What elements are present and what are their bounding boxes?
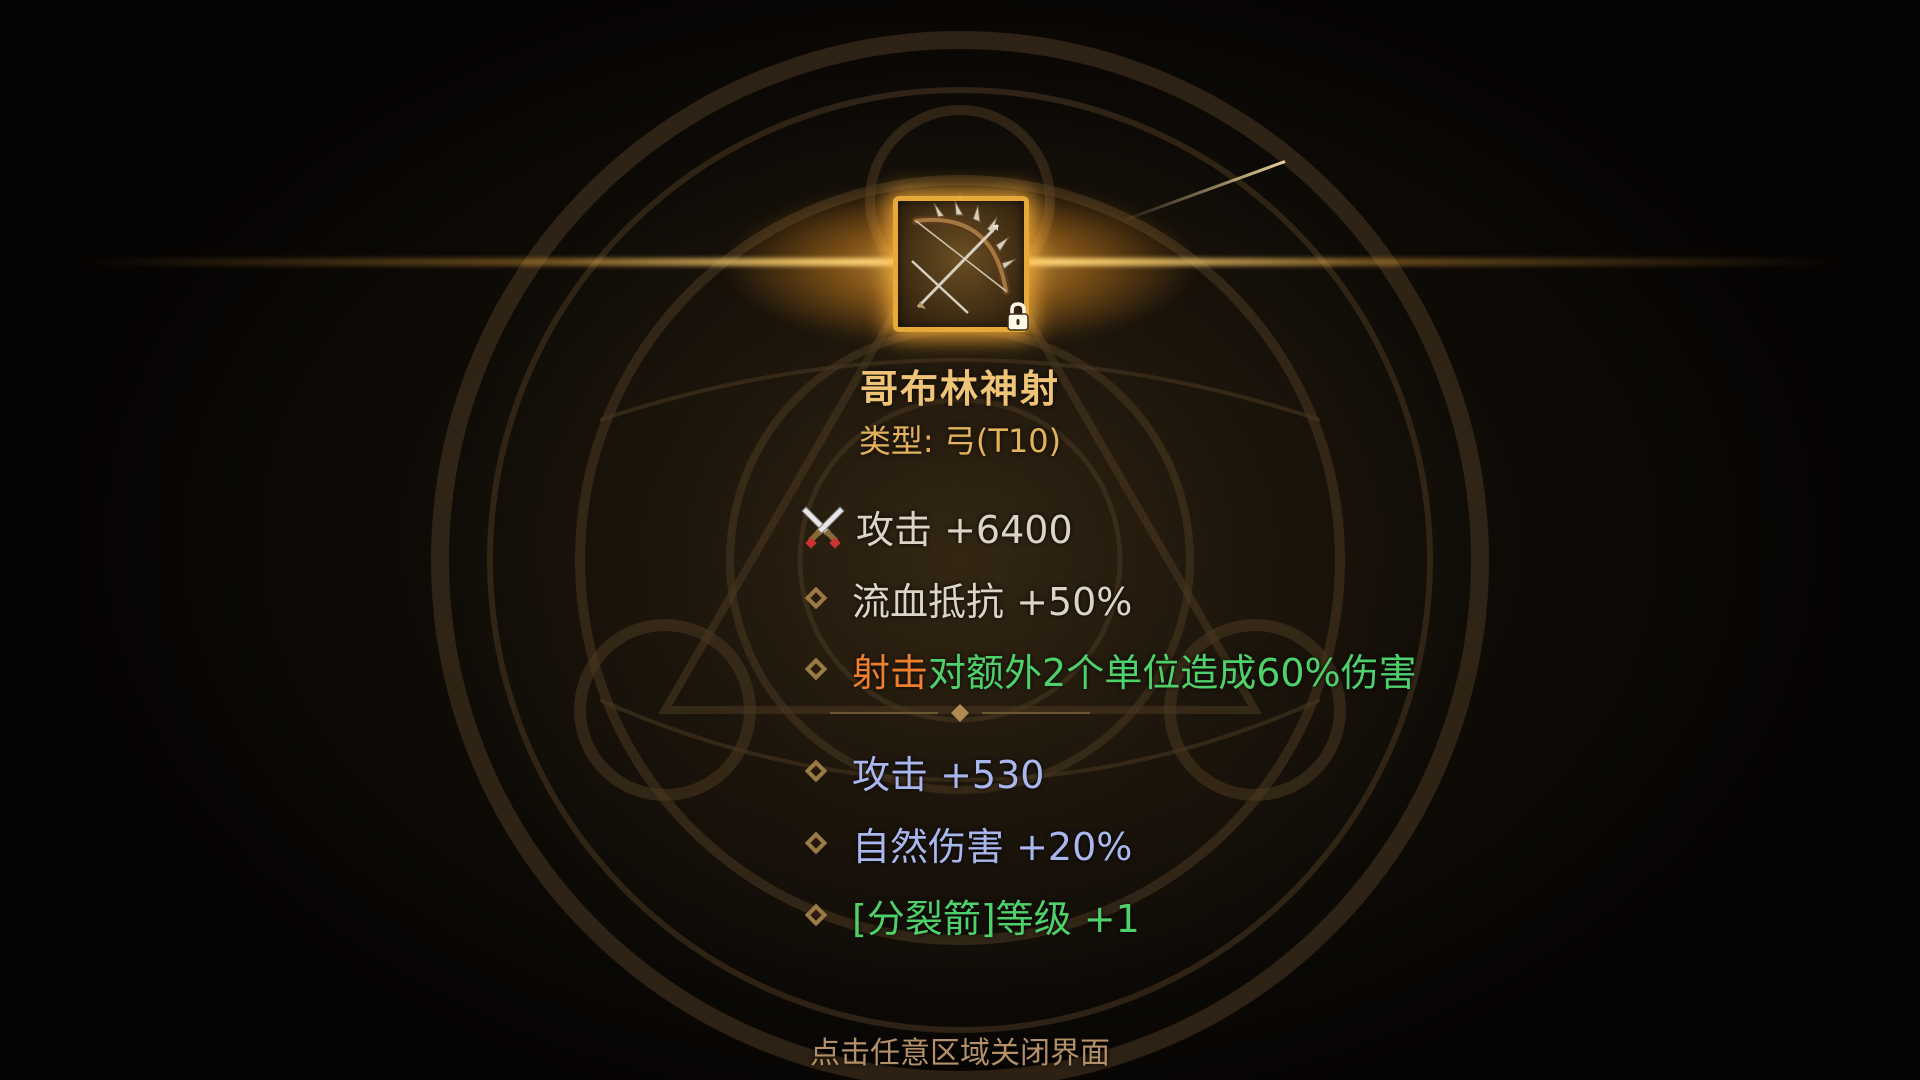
item-detail-overlay[interactable]: 哥布林神射 类型: 弓(T10) 攻击 +6400 流血抵抗 +50% 射击 对…	[0, 0, 1920, 1080]
diamond-bullet-icon	[804, 831, 828, 855]
diamond-bullet-icon	[804, 759, 828, 783]
bonus-row-split-arrow: [分裂箭]等级 +1	[800, 889, 1140, 941]
diamond-bullet-icon	[804, 903, 828, 927]
stat-row-attack: 攻击 +6400	[800, 500, 1073, 552]
item-name: 哥布林神射	[859, 367, 1060, 411]
stat-row-bleed-resist: 流血抵抗 +50%	[800, 572, 1132, 624]
item-type: 类型: 弓(T10)	[858, 422, 1062, 460]
skill-description: 对额外2个单位造成60%伤害	[928, 650, 1417, 695]
skill-name: 射击	[852, 650, 929, 695]
bonus-nature-damage-value: 自然伤害 +20%	[852, 824, 1133, 869]
bonus-attack-value: 攻击 +530	[852, 752, 1045, 797]
bonus-split-arrow-value: [分裂箭]等级 +1	[852, 896, 1140, 941]
lock-icon	[1007, 302, 1029, 331]
bonus-row-nature-damage: 自然伤害 +20%	[800, 817, 1132, 869]
close-hint: 点击任意区域关闭界面	[810, 1036, 1110, 1071]
diamond-bullet-icon	[804, 657, 828, 681]
diamond-bullet-icon	[804, 586, 828, 610]
bonus-row-attack: 攻击 +530	[800, 745, 1044, 797]
section-divider	[830, 704, 1090, 722]
stat-attack-value: 攻击 +6400	[856, 507, 1073, 552]
item-icon-frame	[893, 196, 1029, 332]
crossed-swords-icon	[801, 506, 845, 549]
skill-row: 射击 对额外2个单位造成60%伤害	[800, 643, 1417, 695]
stat-bleed-resist-value: 流血抵抗 +50%	[852, 579, 1133, 624]
